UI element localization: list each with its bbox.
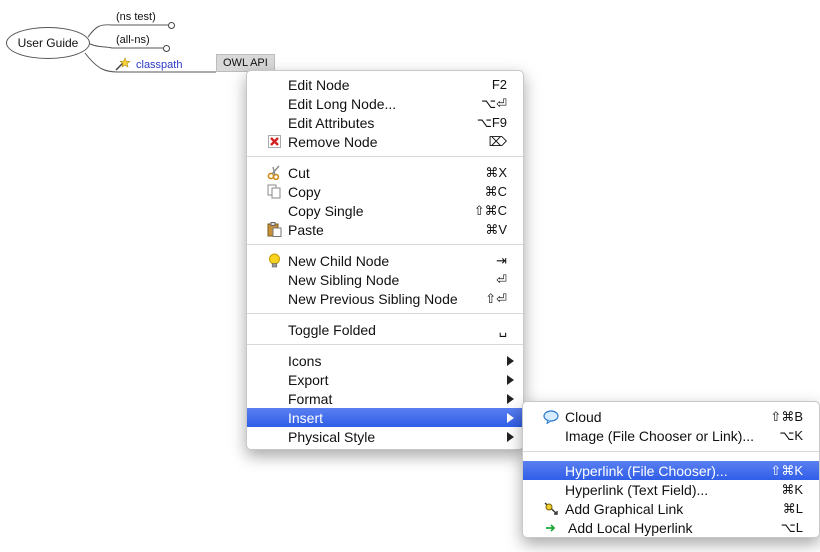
menu-item-label: Copy Single xyxy=(288,202,364,219)
root-node-label: User Guide xyxy=(17,36,79,50)
menu-item-label: Image (File Chooser or Link)... xyxy=(565,427,755,444)
child-node-all-ns[interactable]: (all-ns) xyxy=(116,34,150,46)
menu-item-label: Icons xyxy=(288,352,322,369)
cloud-icon xyxy=(543,409,559,424)
menu-item-shortcut: ⇧⌘B xyxy=(770,408,803,424)
scissors-icon xyxy=(266,165,282,180)
magic-wand-icon xyxy=(115,57,131,71)
menu-item-label: Toggle Folded xyxy=(288,321,376,338)
menu-item-physical-style[interactable]: Physical Style xyxy=(247,427,523,446)
menu-item-shortcut: ⌘K xyxy=(781,481,803,497)
submenu-arrow-icon xyxy=(507,394,514,404)
menu-item-label: Physical Style xyxy=(288,428,376,445)
menu-item-shortcut: ⌘X xyxy=(485,164,507,180)
menu-item-paste[interactable]: Paste ⌘V xyxy=(247,220,523,239)
menu-item-shortcut: F2 xyxy=(491,77,507,92)
menu-item-label: New Previous Sibling Node xyxy=(288,290,458,307)
menu-item-label: Cut xyxy=(288,164,310,181)
menu-item-shortcut: ⇧⌘C xyxy=(473,202,507,218)
menu-item-edit-node[interactable]: Edit Node F2 xyxy=(247,75,523,94)
menu-item-export[interactable]: Export xyxy=(247,370,523,389)
menu-item-label: Add Graphical Link xyxy=(565,500,684,517)
root-node[interactable]: User Guide xyxy=(6,27,90,59)
menu-item-edit-attributes[interactable]: Edit Attributes ⌥F9 xyxy=(247,113,523,132)
copy-icon xyxy=(266,184,282,199)
submenu-item-add-graphical-link[interactable]: Add Graphical Link ⌘L xyxy=(523,499,819,518)
menu-item-shortcut: ⏎ xyxy=(496,271,507,287)
menu-item-new-child-node[interactable]: New Child Node ⇥ xyxy=(247,251,523,270)
menu-item-shortcut: ⌘C xyxy=(484,183,507,199)
menu-item-shortcut: ⇧⌘K xyxy=(770,462,803,478)
submenu-arrow-icon xyxy=(507,432,514,442)
menu-separator xyxy=(247,156,523,157)
menu-separator xyxy=(247,244,523,245)
menu-item-format[interactable]: Format xyxy=(247,389,523,408)
menu-separator xyxy=(523,451,819,452)
menu-item-copy[interactable]: Copy ⌘C xyxy=(247,182,523,201)
menu-item-shortcut: ⌥F9 xyxy=(476,114,507,130)
menu-item-label: New Sibling Node xyxy=(288,271,400,288)
menu-item-toggle-folded[interactable]: Toggle Folded ␣ xyxy=(247,320,523,339)
node-context-menu: Edit Node F2 Edit Long Node... ⌥⏎ Edit A… xyxy=(246,70,524,450)
menu-separator xyxy=(247,313,523,314)
menu-item-insert[interactable]: Insert xyxy=(247,408,523,427)
menu-item-shortcut: ⌥K xyxy=(779,427,803,443)
menu-item-shortcut: ⌥L xyxy=(780,519,803,535)
menu-item-shortcut: ⌥⏎ xyxy=(481,95,507,111)
menu-item-label: Format xyxy=(288,390,333,407)
menu-item-label: New Child Node xyxy=(288,252,390,269)
menu-item-label: Edit Attributes xyxy=(288,114,375,131)
menu-item-new-previous-sibling-node[interactable]: New Previous Sibling Node ⇧⏎ xyxy=(247,289,523,308)
submenu-item-hyperlink-file-chooser[interactable]: Hyperlink (File Chooser)... ⇧⌘K xyxy=(523,461,819,480)
child-node-classpath[interactable]: classpath xyxy=(136,59,182,71)
submenu-item-hyperlink-text-field[interactable]: Hyperlink (Text Field)... ⌘K xyxy=(523,480,819,499)
menu-item-label: Hyperlink (Text Field)... xyxy=(565,481,709,498)
menu-item-label: Edit Node xyxy=(288,76,350,93)
menu-item-shortcut: ⇥ xyxy=(496,252,507,268)
menu-separator xyxy=(247,344,523,345)
owl-api-label: OWL API xyxy=(223,57,268,69)
menu-item-label: Paste xyxy=(288,221,324,238)
submenu-item-image[interactable]: Image (File Chooser or Link)... ⌥K xyxy=(523,426,819,445)
submenu-arrow-icon xyxy=(507,413,514,423)
menu-item-cut[interactable]: Cut ⌘X xyxy=(247,163,523,182)
insert-submenu: Cloud ⇧⌘B Image (File Chooser or Link)..… xyxy=(522,401,820,538)
green-arrow-icon xyxy=(543,520,559,535)
menu-item-label: Edit Long Node... xyxy=(288,95,397,112)
menu-item-label: Insert xyxy=(288,409,324,426)
menu-item-shortcut: ⌘V xyxy=(485,221,507,237)
menu-item-edit-long-node[interactable]: Edit Long Node... ⌥⏎ xyxy=(247,94,523,113)
menu-item-label: Hyperlink (File Chooser)... xyxy=(565,462,728,479)
menu-item-shortcut: ⌦ xyxy=(488,133,507,149)
menu-item-label: Export xyxy=(288,371,329,388)
graphical-link-icon xyxy=(543,501,559,516)
red-x-icon xyxy=(266,134,282,149)
menu-item-label: Remove Node xyxy=(288,133,378,150)
menu-item-new-sibling-node[interactable]: New Sibling Node ⏎ xyxy=(247,270,523,289)
fold-toggle-ns-test[interactable] xyxy=(168,22,175,29)
submenu-arrow-icon xyxy=(507,375,514,385)
menu-item-copy-single[interactable]: Copy Single ⇧⌘C xyxy=(247,201,523,220)
child-node-ns-test[interactable]: (ns test) xyxy=(116,11,156,23)
menu-item-label: Add Local Hyperlink xyxy=(568,519,693,536)
menu-item-shortcut: ␣ xyxy=(498,321,507,337)
menu-item-remove-node[interactable]: Remove Node ⌦ xyxy=(247,132,523,151)
submenu-item-cloud[interactable]: Cloud ⇧⌘B xyxy=(523,407,819,426)
lightbulb-icon xyxy=(266,253,282,268)
menu-item-shortcut: ⇧⏎ xyxy=(485,290,507,306)
menu-item-shortcut: ⌘L xyxy=(782,500,803,516)
fold-toggle-all-ns[interactable] xyxy=(163,45,170,52)
submenu-arrow-icon xyxy=(507,356,514,366)
menu-item-label: Copy xyxy=(288,183,321,200)
paste-icon xyxy=(266,222,282,237)
menu-item-icons[interactable]: Icons xyxy=(247,351,523,370)
submenu-item-add-local-hyperlink[interactable]: Add Local Hyperlink ⌥L xyxy=(523,518,819,537)
menu-item-label: Cloud xyxy=(565,408,602,425)
